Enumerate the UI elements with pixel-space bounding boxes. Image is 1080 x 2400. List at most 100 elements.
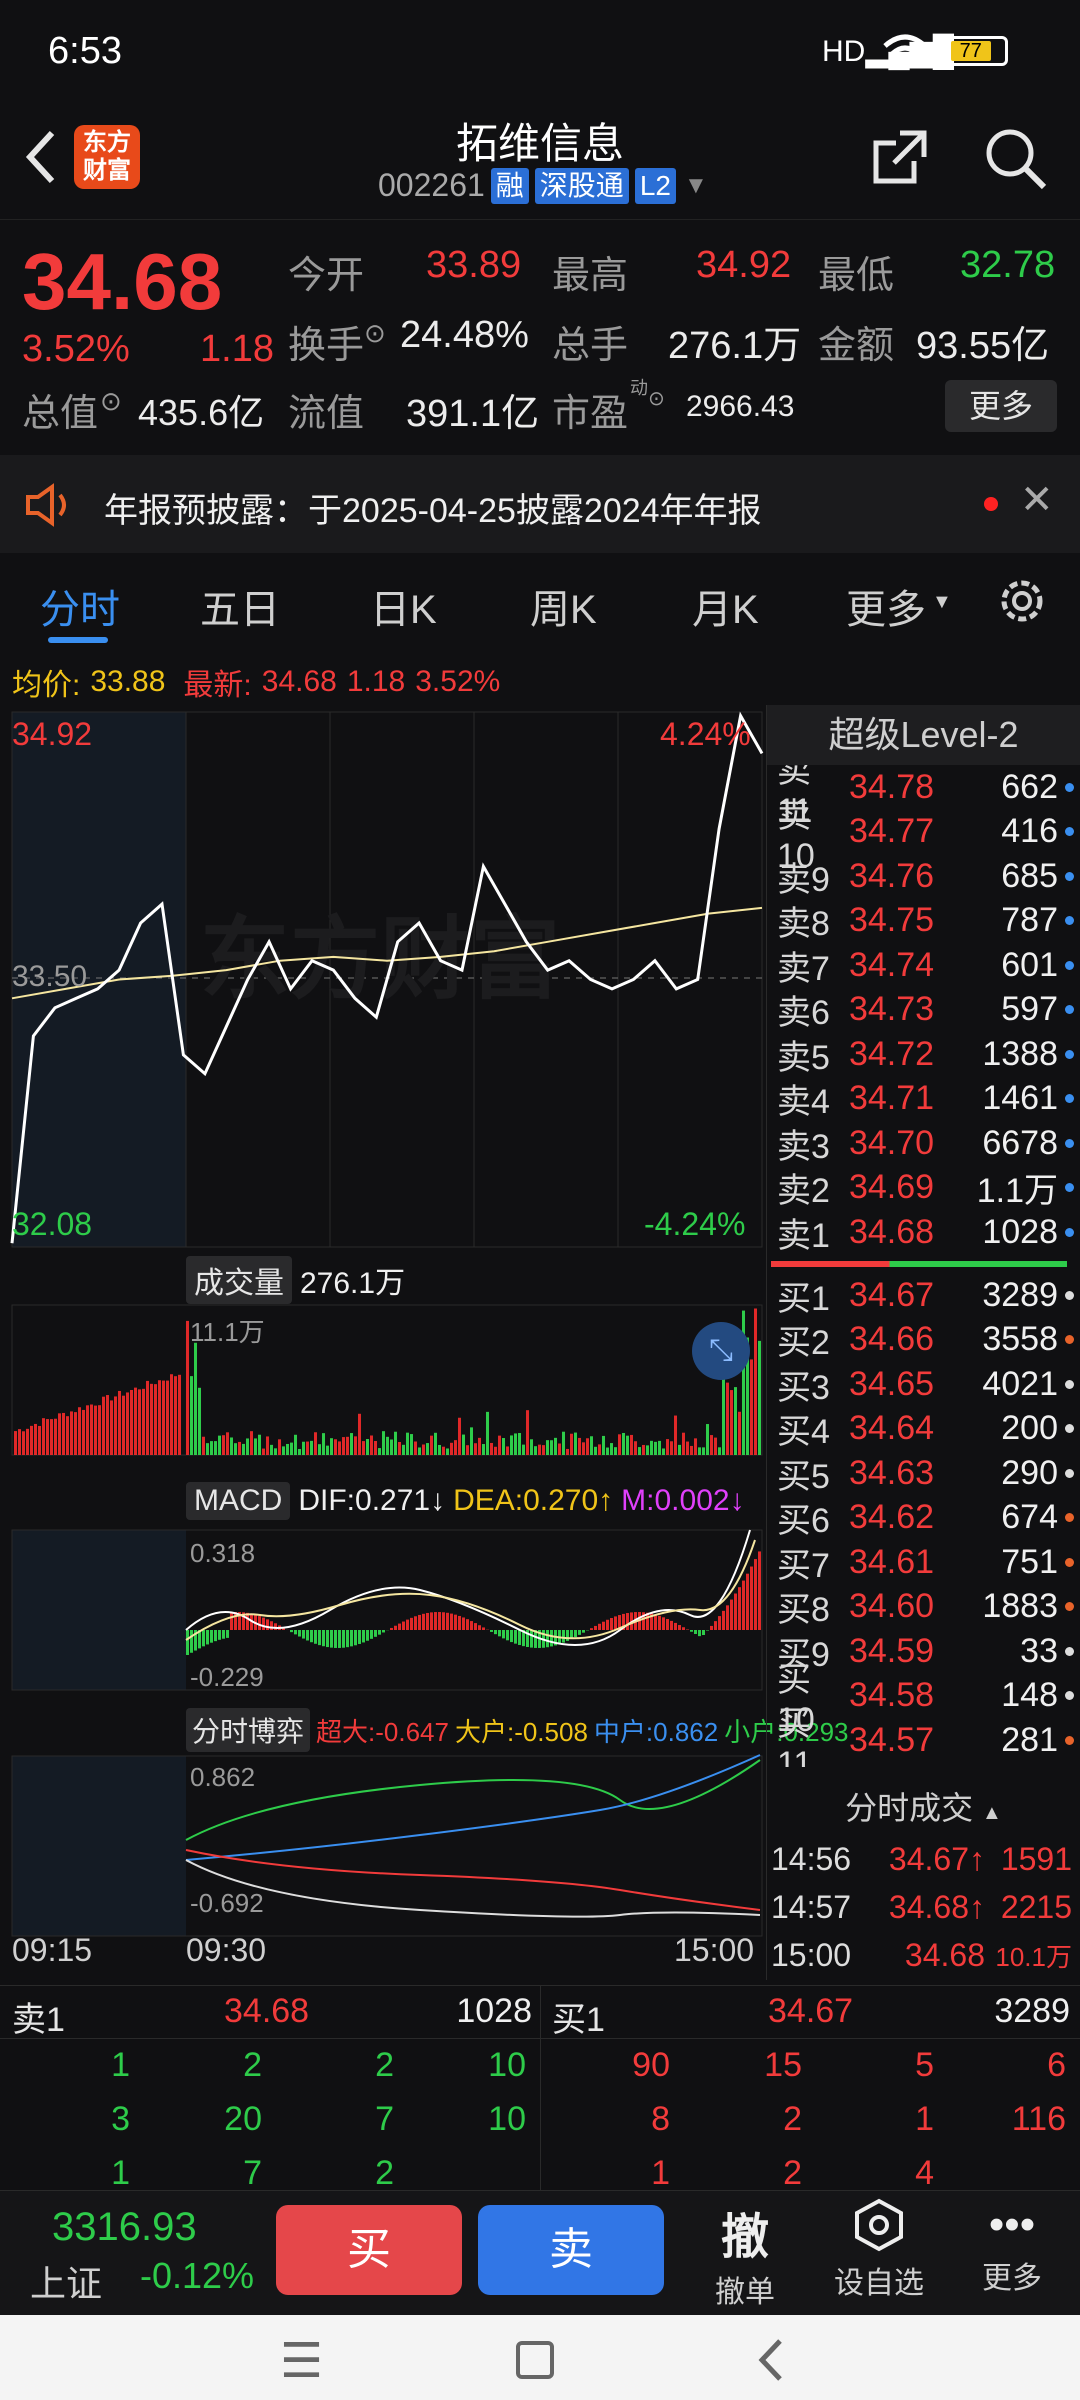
menu-icon[interactable]: ☰: [280, 2333, 323, 2389]
macd-bar: [690, 1630, 693, 1632]
macd-bar: [214, 1630, 217, 1642]
volume-header: 成交量 276.1万: [186, 1256, 405, 1304]
tab-5day[interactable]: 五日: [200, 577, 280, 635]
macd-bar: [342, 1630, 345, 1648]
search-icon[interactable]: [984, 127, 1048, 191]
status-bar: 6:53 HD▂▄▆█ 77: [0, 0, 1080, 105]
ask-row[interactable]: 卖6 34.73 597: [767, 988, 1080, 1032]
volume-bar: [482, 1444, 485, 1455]
ask-row[interactable]: 卖2 34.69 1.1万: [767, 1166, 1080, 1210]
tab-intraday[interactable]: 分时: [40, 577, 120, 635]
quote-panel: 34.68 3.52% 1.18 今开 33.89 最高 34.92 最低 32…: [0, 222, 1080, 450]
ask-row[interactable]: 卖9 34.76 685: [767, 854, 1080, 899]
y-axis-mid: 33.50: [12, 960, 88, 993]
ask-dot: [1065, 1227, 1074, 1237]
bid-row[interactable]: 买7 34.61 751: [767, 1540, 1080, 1585]
ask-row[interactable]: 卖4 34.71 1461: [767, 1077, 1080, 1121]
dropdown-icon[interactable]: ▼: [684, 172, 708, 200]
high-value: 34.92: [696, 244, 792, 286]
macd-bar: [330, 1630, 333, 1648]
volume-bar: [386, 1436, 389, 1455]
bid-row[interactable]: 买8 34.60 1883: [767, 1585, 1080, 1629]
tab-more[interactable]: 更多: [846, 577, 926, 635]
mcap-label: 总值: [22, 393, 99, 435]
volume-bar: [446, 1448, 449, 1455]
latest-change: 1.18: [346, 665, 406, 698]
volume-bar: [38, 1425, 41, 1455]
volume-bar: [466, 1445, 469, 1455]
close-icon[interactable]: ✕: [1020, 477, 1054, 523]
macd-bar: [602, 1621, 605, 1630]
ask-level: 卖6: [777, 994, 830, 1032]
index-value[interactable]: 3316.93: [52, 2205, 197, 2250]
tab-monthly-k[interactable]: 月K: [692, 577, 759, 635]
level2-title[interactable]: 超级Level-2: [767, 705, 1080, 765]
volume-bar: [702, 1447, 705, 1455]
macd-bar: [726, 1605, 729, 1630]
volume-bar: [222, 1435, 225, 1455]
ask-price: 34.68: [848, 1212, 935, 1251]
macd-bar: [666, 1619, 669, 1630]
bid-row[interactable]: 买4 34.64 200: [767, 1407, 1080, 1451]
ask-row[interactable]: 卖1 34.68 1028: [767, 1210, 1080, 1255]
macd-bar: [258, 1616, 261, 1630]
tab-daily-k[interactable]: 日K: [370, 577, 437, 635]
bid-row[interactable]: 买6 34.62 674: [767, 1496, 1080, 1540]
margin-tag: 融: [490, 167, 529, 204]
more-dots-icon: •••: [988, 2200, 1036, 2249]
ask-row[interactable]: 卖7 34.74 601: [767, 943, 1080, 988]
bid-row[interactable]: 买11 34.57 281: [767, 1705, 1080, 1767]
add-watchlist-button[interactable]: 设自选: [824, 2197, 934, 2302]
macd-m: M:0.002↓: [621, 1484, 745, 1517]
macd-indicator-button[interactable]: MACD: [186, 1482, 291, 1520]
ask-row[interactable]: 卖8 34.75 787: [767, 899, 1080, 943]
ask-row[interactable]: 卖10 34.77 416: [767, 797, 1080, 875]
macd-bar: [702, 1630, 705, 1636]
bid-row[interactable]: 买5 34.63 290: [767, 1451, 1080, 1496]
expand-icon[interactable]: ⤡: [692, 1322, 750, 1380]
bid-level: 买11: [777, 1705, 813, 1767]
more-menu-button[interactable]: ••• 更多: [962, 2197, 1062, 2297]
ask-level: 卖8: [777, 905, 830, 943]
buy-button[interactable]: 买: [276, 2205, 462, 2295]
macd-bars: [186, 1551, 761, 1655]
nav-back-icon[interactable]: [756, 2337, 786, 2383]
tick-row: 14:56 34.67↑ 1591: [767, 1841, 1080, 1878]
volume-bar: [238, 1441, 241, 1455]
intraday-chart[interactable]: 东方财富: [0, 700, 765, 1980]
macd-bar: [454, 1614, 457, 1630]
info-icon[interactable]: ⊙: [648, 386, 665, 411]
volume-bar: [286, 1443, 289, 1455]
bid-row[interactable]: 买3 34.65 4021: [767, 1362, 1080, 1407]
ask-dot: [1065, 782, 1074, 792]
info-icon[interactable]: ⊙: [364, 318, 386, 349]
macd-bar: [326, 1630, 329, 1648]
bid-ask-divider: [771, 1261, 1067, 1267]
macd-bar: [674, 1622, 677, 1630]
home-icon[interactable]: [516, 2341, 554, 2379]
ticks-title[interactable]: 分时成交 ▲: [767, 1783, 1080, 1829]
ask-row[interactable]: 卖3 34.70 6678: [767, 1121, 1080, 1166]
share-icon[interactable]: [870, 127, 930, 187]
volume-bar: [422, 1444, 425, 1455]
more-button[interactable]: 更多: [945, 380, 1057, 432]
volume-bar: [614, 1447, 617, 1455]
volume-bar: [270, 1444, 273, 1455]
bid-row[interactable]: 买2 34.66 3558: [767, 1318, 1080, 1362]
volume-bar: [602, 1435, 605, 1455]
bid-row[interactable]: 买1 34.67 3289: [767, 1273, 1080, 1318]
notice-bar[interactable]: 年报预披露：于2025-04-25披露2024年年报 ✕: [0, 455, 1080, 553]
bid-level: 买1: [777, 1279, 830, 1318]
game-indicator-button[interactable]: 分时博弈: [186, 1708, 311, 1752]
latest-pct: 3.52%: [415, 665, 501, 698]
level-tag: L2: [634, 167, 676, 204]
tab-weekly-k[interactable]: 周K: [530, 577, 597, 635]
info-icon[interactable]: ⊙: [100, 386, 122, 417]
macd-bar: [670, 1620, 673, 1630]
cancel-order-button[interactable]: 撤 撤单: [700, 2197, 790, 2311]
gear-icon[interactable]: [996, 575, 1048, 627]
volume-indicator-button[interactable]: 成交量: [186, 1256, 292, 1304]
sell-button[interactable]: 卖: [478, 2205, 664, 2295]
volume-bar: [318, 1444, 321, 1455]
ask-row[interactable]: 卖5 34.72 1388: [767, 1032, 1080, 1077]
